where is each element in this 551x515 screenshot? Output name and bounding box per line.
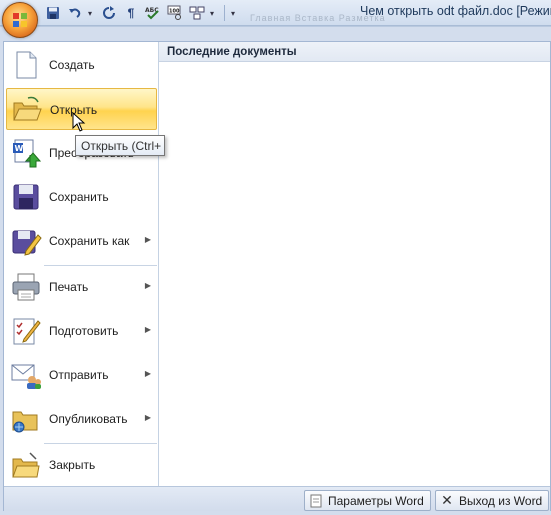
submenu-arrow-icon: ▶ <box>144 413 151 422</box>
menu-item-label: Подготовить <box>49 324 119 338</box>
menu-item-save-as[interactable]: Сохранить как ▶ <box>6 220 157 262</box>
menu-item-label: Создать <box>49 58 95 72</box>
menu-item-label: Отправить <box>49 368 109 382</box>
convert-icon: W <box>13 139 42 168</box>
undo-dropdown-icon[interactable]: ▾ <box>88 9 96 18</box>
open-folder-icon <box>13 96 42 121</box>
title-bar: ▾ ¶ АБС 100 ▾ ▾ Главная Вставка Разметка… <box>0 0 551 26</box>
submenu-arrow-icon: ▶ <box>144 235 151 244</box>
menu-item-new[interactable]: Создать <box>6 44 157 86</box>
word-options-button[interactable]: Параметры Word <box>304 490 431 511</box>
menu-item-print[interactable]: Печать ▶ <box>6 266 157 308</box>
menu-item-label: Печать <box>49 280 89 294</box>
submenu-arrow-icon: ▶ <box>144 325 151 334</box>
exit-word-button[interactable]: ✕ Выход из Word <box>435 490 550 511</box>
menu-item-label: Сохранить <box>49 190 109 204</box>
paragraph-icon[interactable]: ¶ <box>122 4 140 22</box>
quick-access-toolbar: ▾ ¶ АБС 100 ▾ ▾ <box>44 3 239 23</box>
window-title: Чем открыть odt файл.doc [Режим <box>360 4 551 18</box>
save-disk-icon <box>13 184 39 210</box>
view-icon[interactable] <box>188 4 206 22</box>
printer-icon <box>12 273 40 301</box>
prepare-icon <box>13 318 41 345</box>
menu-item-send[interactable]: Отправить ▶ <box>6 354 157 396</box>
close-folder-icon <box>12 452 40 478</box>
close-icon: ✕ <box>441 492 453 508</box>
send-icon <box>11 364 41 389</box>
recent-documents-panel: Последние документы <box>159 42 550 486</box>
menu-footer: Параметры Word ✕ Выход из Word <box>4 486 550 511</box>
menu-item-label: Опубликовать <box>49 412 128 426</box>
word-options-label: Параметры Word <box>328 493 424 508</box>
menu-item-close[interactable]: Закрыть <box>6 444 157 486</box>
redo-icon[interactable] <box>100 4 118 22</box>
menu-item-publish[interactable]: Опубликовать ▶ <box>6 398 157 440</box>
menu-item-label: Сохранить как <box>49 234 130 248</box>
options-icon <box>309 494 323 508</box>
office-logo-icon <box>13 13 27 27</box>
recent-documents-header: Последние документы <box>159 42 550 62</box>
office-button[interactable] <box>2 2 38 38</box>
customize-icon[interactable]: ▾ <box>231 9 239 18</box>
svg-text:W: W <box>15 144 24 153</box>
menu-item-label: Закрыть <box>49 458 96 472</box>
menu-item-prepare[interactable]: Подготовить ▶ <box>6 310 157 352</box>
save-icon[interactable] <box>44 4 62 22</box>
exit-word-label: Выход из Word <box>459 493 543 508</box>
view-dropdown-icon[interactable]: ▾ <box>210 9 218 18</box>
menu-commands: Создать Открыть W Преобразов <box>4 42 159 486</box>
new-document-icon <box>16 51 37 79</box>
undo-icon[interactable] <box>66 4 84 22</box>
submenu-arrow-icon: ▶ <box>144 369 151 378</box>
spelling-icon[interactable]: АБС <box>144 4 162 22</box>
submenu-arrow-icon: ▶ <box>144 281 151 290</box>
open-tooltip: Открыть (Ctrl+ <box>75 135 165 156</box>
svg-text:100: 100 <box>169 9 180 15</box>
office-menu: Создать Открыть W Преобразов <box>0 26 551 515</box>
menu-item-save[interactable]: Сохранить <box>6 176 157 218</box>
publish-icon <box>12 411 38 433</box>
mouse-cursor-icon <box>72 112 86 132</box>
toolbar-separator <box>224 5 225 21</box>
zoom-100-icon[interactable]: 100 <box>166 4 184 22</box>
save-as-icon <box>12 230 42 256</box>
